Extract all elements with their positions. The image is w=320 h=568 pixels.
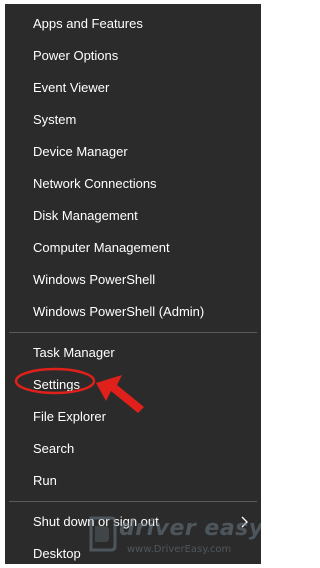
menu-item-label: Disk Management [33, 208, 138, 223]
menu-item-label: Search [33, 441, 75, 456]
menu-item-label: Settings [33, 377, 80, 392]
menu-item-label: Shut down or sign out [33, 514, 159, 529]
menu-item-desktop[interactable]: Desktop [5, 540, 261, 564]
menu-item-power-options[interactable]: Power Options [5, 42, 261, 70]
menu-item-label: Device Manager [33, 144, 128, 159]
screenshot: Apps and Features Power Options Event Vi… [0, 0, 266, 568]
menu-item-label: Desktop [33, 546, 81, 561]
menu-item-search[interactable]: Search [5, 435, 261, 463]
menu-item-label: Apps and Features [33, 16, 143, 31]
menu-item-label: Windows PowerShell (Admin) [33, 304, 205, 319]
menu-separator [9, 501, 257, 502]
menu-item-label: Windows PowerShell [33, 272, 156, 287]
menu-item-settings[interactable]: Settings [5, 371, 261, 399]
menu-item-event-viewer[interactable]: Event Viewer [5, 74, 261, 102]
chevron-right-icon [239, 508, 253, 536]
menu-separator [9, 332, 257, 333]
menu-item-system[interactable]: System [5, 106, 261, 134]
menu-item-label: Run [33, 473, 57, 488]
menu-item-run[interactable]: Run [5, 467, 261, 495]
menu-item-apps-and-features[interactable]: Apps and Features [5, 10, 261, 38]
menu-item-file-explorer[interactable]: File Explorer [5, 403, 261, 431]
menu-item-label: Computer Management [33, 240, 170, 255]
menu-item-label: File Explorer [33, 409, 106, 424]
winx-context-menu: Apps and Features Power Options Event Vi… [5, 4, 261, 564]
menu-item-device-manager[interactable]: Device Manager [5, 138, 261, 166]
menu-item-label: Network Connections [33, 176, 157, 191]
menu-item-label: Power Options [33, 48, 119, 63]
menu-item-label: System [33, 112, 77, 127]
menu-item-disk-management[interactable]: Disk Management [5, 202, 261, 230]
menu-item-label: Task Manager [33, 345, 115, 360]
menu-item-network-connections[interactable]: Network Connections [5, 170, 261, 198]
menu-item-windows-powershell-admin[interactable]: Windows PowerShell (Admin) [5, 298, 261, 326]
menu-item-windows-powershell[interactable]: Windows PowerShell [5, 266, 261, 294]
menu-item-task-manager[interactable]: Task Manager [5, 339, 261, 367]
menu-item-computer-management[interactable]: Computer Management [5, 234, 261, 262]
menu-item-shut-down-or-sign-out[interactable]: Shut down or sign out [5, 508, 261, 536]
menu-item-label: Event Viewer [33, 80, 110, 95]
